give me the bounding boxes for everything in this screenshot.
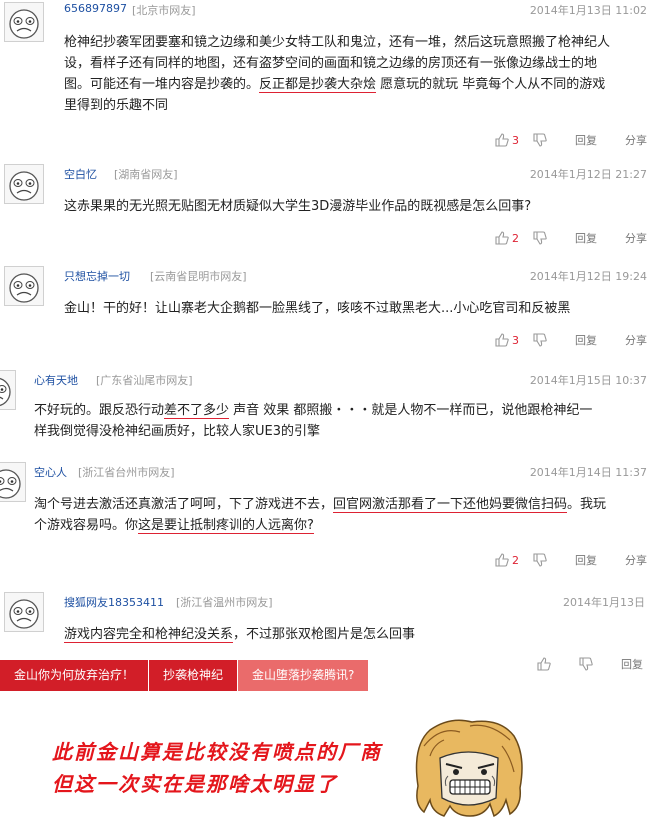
avatar[interactable] [4, 164, 44, 204]
comment-actions: 2 回复 分享 [495, 552, 647, 568]
user-name[interactable]: 心有天地 [34, 372, 78, 388]
text-segment: 不好玩的。跟反恐行动 [34, 403, 165, 418]
caption-line: 但这一次实在是那啥太明显了 [52, 772, 338, 796]
reply-button[interactable]: 回复 [621, 656, 643, 672]
caption-area: 此前金山算是比较没有喷点的厂商 但这一次实在是那啥太明显了 [0, 712, 653, 821]
thumbs-down-icon[interactable] [533, 333, 547, 347]
reply-button[interactable]: 回复 [575, 132, 597, 148]
comment-time: 2014年1月13日 11:02 [529, 4, 647, 17]
thumbs-up-icon[interactable] [495, 553, 509, 567]
user-name[interactable]: 空白忆 [64, 166, 97, 182]
text-segment: 图。可能还有一堆内容是抄袭的。 [64, 77, 260, 92]
user-name[interactable]: 空心人 [34, 464, 67, 480]
comment-actions: 回复 [537, 656, 643, 672]
comment-line: 金山！干的好！让山寨老大企鹅都一脸黑线了，咳咳不过敢黑老大...小心吃官司和反被… [64, 301, 571, 316]
thumbs-up-icon[interactable] [495, 333, 509, 347]
tag-item[interactable]: 金山堕落抄袭腾讯? [238, 660, 369, 691]
share-button[interactable]: 分享 [625, 552, 647, 568]
text-segment: 个游戏容易吗。你 [34, 518, 139, 533]
underlined-text: 回官网激活那看了一下还他妈要微信扫码 [333, 497, 568, 513]
reply-button[interactable]: 回复 [575, 230, 597, 246]
user-location: [浙江省台州市网友] [78, 466, 175, 479]
like-count: 2 [512, 231, 519, 245]
smiley-avatar-icon [9, 171, 39, 201]
text-segment: 声音 效果 都照搬・・・就是人物不一样而已，说他跟枪神纪一 [229, 403, 593, 418]
like-count: 2 [512, 553, 519, 567]
avatar[interactable] [4, 2, 44, 42]
smiley-avatar-icon [0, 377, 11, 407]
smiley-avatar-icon [9, 273, 39, 303]
comment-time: 2014年1月12日 21:27 [529, 168, 647, 181]
tag-item[interactable]: 金山你为何放弃治疗！ [0, 660, 149, 691]
comment-line: 淘个号进去激活还真激活了呵呵，下了游戏进不去，回官网激活那看了一下还他妈要微信扫… [34, 494, 652, 515]
smiley-avatar-icon [0, 469, 21, 499]
avatar[interactable] [4, 592, 44, 632]
comment-line: 不好玩的。跟反恐行动差不了多少 声音 效果 都照搬・・・就是人物不一样而已，说他… [34, 400, 652, 421]
user-location: [云南省昆明市网友] [150, 270, 247, 283]
user-location: [浙江省温州市网友] [176, 596, 273, 609]
tag-item[interactable]: 抄袭枪神纪 [149, 660, 238, 691]
text-segment: 。我玩 [567, 497, 607, 512]
comment-line: 个游戏容易吗。你这是要让抵制疼训的人远离你? [34, 515, 652, 536]
like-count: 3 [512, 133, 519, 147]
underlined-text: 游戏内容完全和枪神纪没关系 [64, 627, 234, 643]
comment-actions: 2 回复 分享 [495, 230, 647, 246]
like-count: 3 [512, 333, 519, 347]
user-location: [广东省汕尾市网友] [96, 374, 193, 387]
user-location: [北京市网友] [132, 4, 196, 17]
text-segment: 愿意玩的就玩 毕竟每个人从不同的游戏 [376, 77, 606, 92]
caption-line: 此前金山算是比较没有喷点的厂商 [52, 740, 382, 764]
avatar[interactable] [0, 462, 26, 502]
thumbs-up-icon[interactable] [495, 133, 509, 147]
smiley-avatar-icon [9, 599, 39, 629]
share-button[interactable]: 分享 [625, 230, 647, 246]
comment-time: 2014年1月12日 19:24 [529, 270, 647, 283]
thumbs-down-icon[interactable] [533, 553, 547, 567]
comment-line: 样我倒觉得没枪神纪画质好，比较人家UE3的引擎 [34, 424, 321, 439]
text-segment: ，不过那张双枪图片是怎么回事 [233, 627, 416, 642]
comment-line: 里得到的乐趣不同 [64, 98, 169, 113]
comment-line: 设，看样子还有同样的地图，还有盗梦空间的画面和镜之边缘的房顶还有一张像边缘战士的… [64, 56, 598, 71]
comment-text: 不好玩的。跟反恐行动差不了多少 声音 效果 都照搬・・・就是人物不一样而已，说他… [34, 400, 652, 442]
user-name[interactable]: 只想忘掉一切 [64, 268, 130, 284]
user-location: [湖南省网友] [114, 168, 178, 181]
comment-line: 枪神纪抄袭军团要塞和镜之边缘和美少女特工队和鬼泣，还有一堆，然后这玩意照搬了枪神… [64, 35, 611, 50]
thumbs-up-icon[interactable] [537, 657, 551, 671]
comment-time: 2014年1月15日 10:37 [529, 374, 647, 387]
thumbs-up-icon[interactable] [495, 231, 509, 245]
avatar[interactable] [4, 266, 44, 306]
thumbs-down-icon[interactable] [533, 231, 547, 245]
reply-button[interactable]: 回复 [575, 332, 597, 348]
comment-line: 这赤果果的无光照无贴图无材质疑似大学生3D漫游毕业作品的既视感是怎么回事? [64, 199, 532, 214]
comment-text: 枪神纪抄袭军团要塞和镜之边缘和美少女特工队和鬼泣，还有一堆，然后这玩意照搬了枪神… [64, 32, 652, 116]
comment-text: 淘个号进去激活还真激活了呵呵，下了游戏进不去，回官网激活那看了一下还他妈要微信扫… [34, 494, 652, 536]
text-segment: 淘个号进去激活还真激活了呵呵，下了游戏进不去， [34, 497, 334, 512]
comment-text: 游戏内容完全和枪神纪没关系，不过那张双枪图片是怎么回事 [64, 624, 652, 645]
comment-actions: 3 回复 分享 [495, 132, 647, 148]
share-button[interactable]: 分享 [625, 332, 647, 348]
comment-time: 2014年1月14日 11:37 [529, 466, 647, 479]
share-button[interactable]: 分享 [625, 132, 647, 148]
tag-bar: 金山你为何放弃治疗！ 抄袭枪神纪 金山堕落抄袭腾讯? [0, 660, 369, 691]
thumbs-down-icon[interactable] [579, 657, 593, 671]
user-name[interactable]: 656897897 [64, 2, 127, 15]
user-name[interactable]: 搜狐网友18353411 [64, 594, 164, 610]
underlined-text: 反正都是抄袭大杂烩 [259, 77, 377, 93]
rage-face-icon [410, 716, 528, 818]
comment-actions: 3 回复 分享 [495, 332, 647, 348]
avatar[interactable] [0, 370, 16, 410]
reply-button[interactable]: 回复 [575, 552, 597, 568]
comment-line: 游戏内容完全和枪神纪没关系，不过那张双枪图片是怎么回事 [64, 624, 652, 645]
comment-text: 这赤果果的无光照无贴图无材质疑似大学生3D漫游毕业作品的既视感是怎么回事? [64, 196, 652, 217]
thumbs-down-icon[interactable] [533, 133, 547, 147]
comment-line: 图。可能还有一堆内容是抄袭的。反正都是抄袭大杂烩 愿意玩的就玩 毕竟每个人从不同… [64, 74, 652, 95]
underlined-text: 这是要让抵制疼训的人远离你? [138, 518, 314, 534]
smiley-avatar-icon [9, 9, 39, 39]
comment-time: 2014年1月13日 [563, 596, 645, 609]
comment-text: 金山！干的好！让山寨老大企鹅都一脸黑线了，咳咳不过敢黑老大...小心吃官司和反被… [64, 298, 652, 319]
underlined-text: 差不了多少 [164, 403, 230, 419]
